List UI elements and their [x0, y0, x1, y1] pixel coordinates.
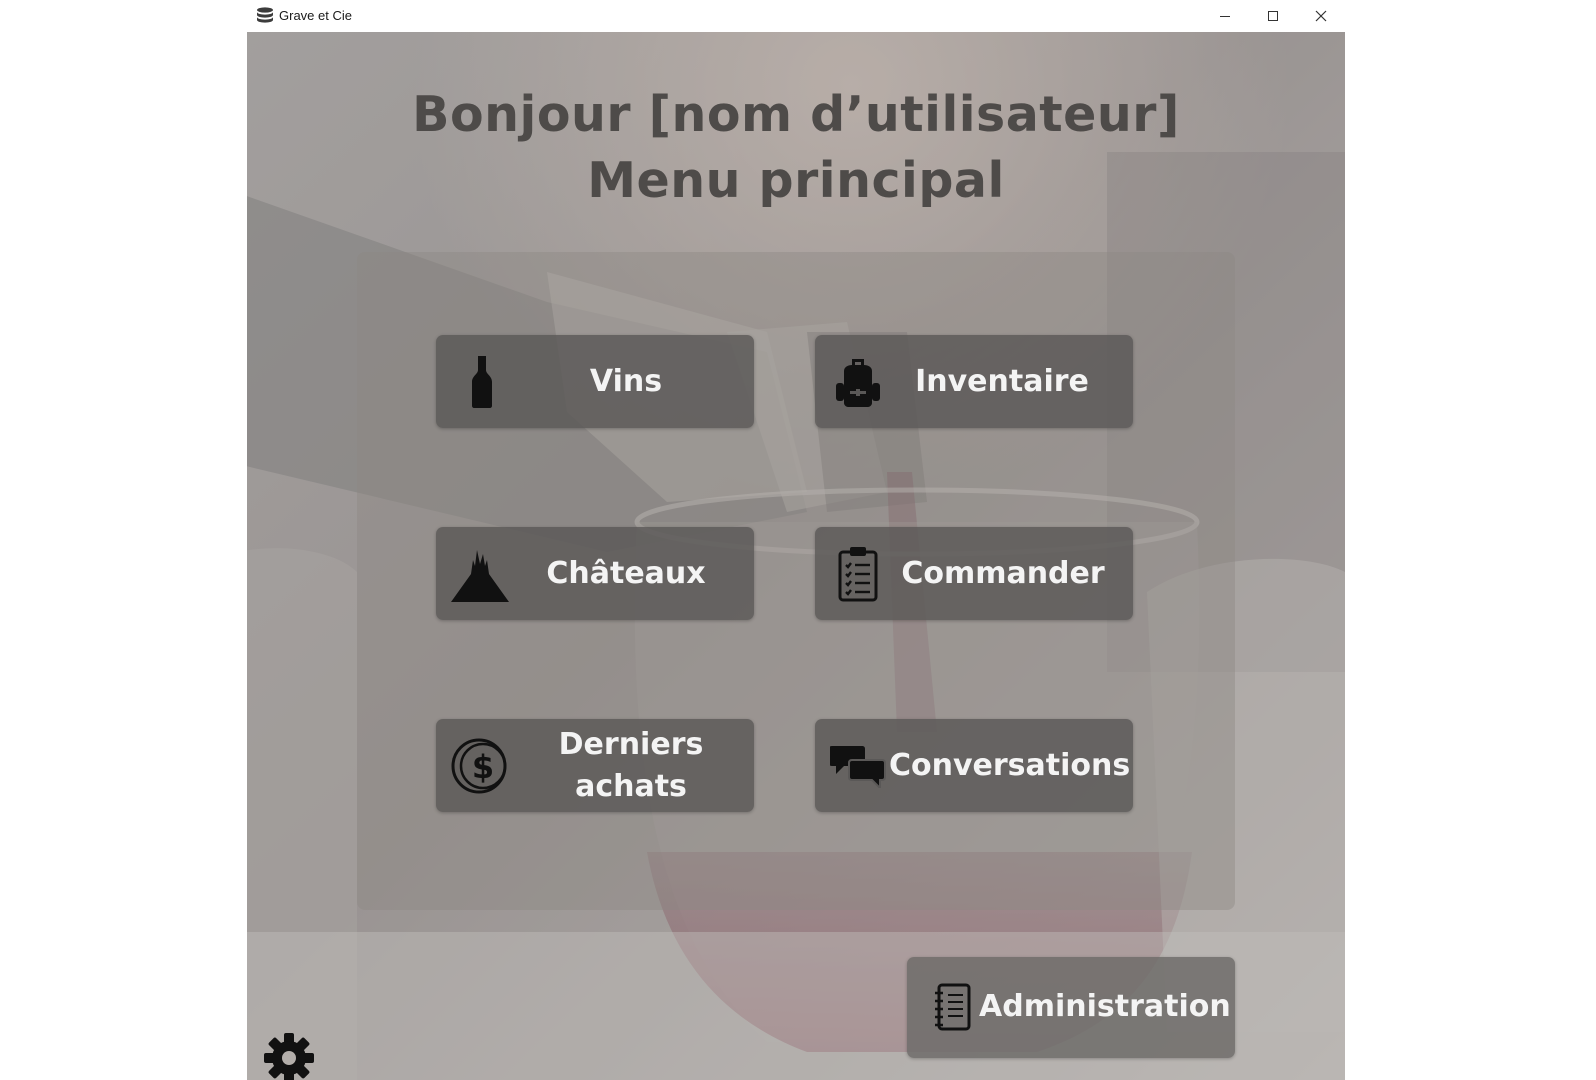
minimize-icon — [1220, 16, 1230, 17]
castle-icon — [450, 544, 510, 604]
inventaire-button[interactable]: Inventaire — [815, 335, 1133, 428]
minimize-button[interactable] — [1201, 0, 1249, 32]
app-window: Grave et Cie Bonjour [nom d’utilisateur]… — [247, 0, 1345, 1080]
conversations-label: Conversations — [889, 747, 1131, 783]
close-button[interactable] — [1297, 0, 1345, 32]
derniers-achats-button[interactable]: $ Derniers achats — [436, 719, 754, 812]
chateaux-label: Châteaux — [546, 555, 706, 591]
main-content: Bonjour [nom d’utilisateur] Menu princip… — [247, 32, 1345, 1080]
inventaire-label: Inventaire — [915, 363, 1089, 399]
greeting-text: Bonjour [nom d’utilisateur] — [412, 86, 1180, 143]
database-icon — [257, 7, 273, 23]
maximize-icon — [1268, 11, 1278, 21]
window-title: Grave et Cie — [279, 8, 352, 23]
derniers-achats-label: Derniers achats — [526, 724, 736, 808]
notebook-icon — [933, 983, 973, 1033]
title-bar[interactable]: Grave et Cie — [247, 0, 1345, 33]
wine-bottle-icon — [464, 354, 500, 410]
page-heading: Bonjour [nom d’utilisateur] Menu princip… — [247, 82, 1345, 214]
gear-icon[interactable] — [263, 1032, 315, 1080]
administration-label: Administration — [979, 989, 1231, 1024]
close-icon — [1315, 10, 1327, 22]
svg-text:$: $ — [472, 748, 494, 786]
dollar-coin-icon: $ — [450, 735, 512, 797]
backpack-icon — [833, 354, 883, 410]
page-title: Menu principal — [587, 152, 1005, 209]
conversations-button[interactable]: Conversations — [815, 719, 1133, 812]
chateaux-button[interactable]: Châteaux — [436, 527, 754, 620]
maximize-button[interactable] — [1249, 0, 1297, 32]
vins-label: Vins — [589, 363, 663, 399]
derniers-achats-label-line2: achats — [575, 768, 687, 804]
chat-bubbles-icon — [829, 742, 887, 790]
administration-button[interactable]: Administration — [907, 957, 1235, 1058]
clipboard-checklist-icon — [835, 544, 881, 604]
commander-button[interactable]: Commander — [815, 527, 1133, 620]
vins-button[interactable]: Vins — [436, 335, 754, 428]
commander-label: Commander — [901, 555, 1105, 591]
derniers-achats-label-line1: Derniers — [558, 726, 704, 762]
menu-panel: Vins Inventaire Châteaux Commander $ Der… — [357, 252, 1235, 910]
